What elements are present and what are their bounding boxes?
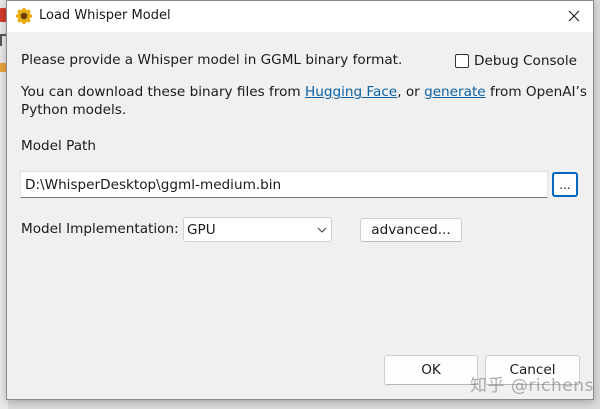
model-path-input[interactable] [20,171,548,198]
model-path-label: Model Path [21,138,96,154]
browse-button[interactable]: ... [552,172,578,197]
model-implementation-value: GPU [187,221,216,238]
debug-console-checkbox[interactable]: Debug Console [455,52,577,70]
model-implementation-select[interactable]: GPU [183,217,332,242]
advanced-button[interactable]: advanced... [360,218,462,242]
load-model-dialog: Load Whisper Model Please provide a Whis… [6,0,594,400]
screen: Load Whisper Model Please provide a Whis… [0,0,600,409]
download-info-line2: Python models. [21,102,127,118]
checkbox-box[interactable] [455,54,469,68]
watermark-text: 知乎 @richens [470,376,594,396]
intro-text: Please provide a Whisper model in GGML b… [21,52,403,68]
debug-console-label[interactable]: Debug Console [474,52,577,70]
download-info-line1: You can download these binary files from… [21,83,587,101]
ok-button[interactable]: OK [384,355,478,385]
title-bar[interactable]: Load Whisper Model [7,1,593,32]
download-info-prefix: You can download these binary files from [21,84,305,100]
hugging-face-link[interactable]: Hugging Face [305,84,397,100]
chevron-down-icon [313,218,331,241]
model-implementation-label: Model Implementation: [21,221,179,237]
close-button[interactable] [561,4,587,28]
download-info-suffix: from OpenAI’s [485,84,587,100]
generate-link[interactable]: generate [424,84,486,100]
close-icon [568,10,580,22]
download-info-middle: , or [397,84,425,100]
window-title: Load Whisper Model [39,8,171,23]
sunflower-icon [16,8,32,24]
